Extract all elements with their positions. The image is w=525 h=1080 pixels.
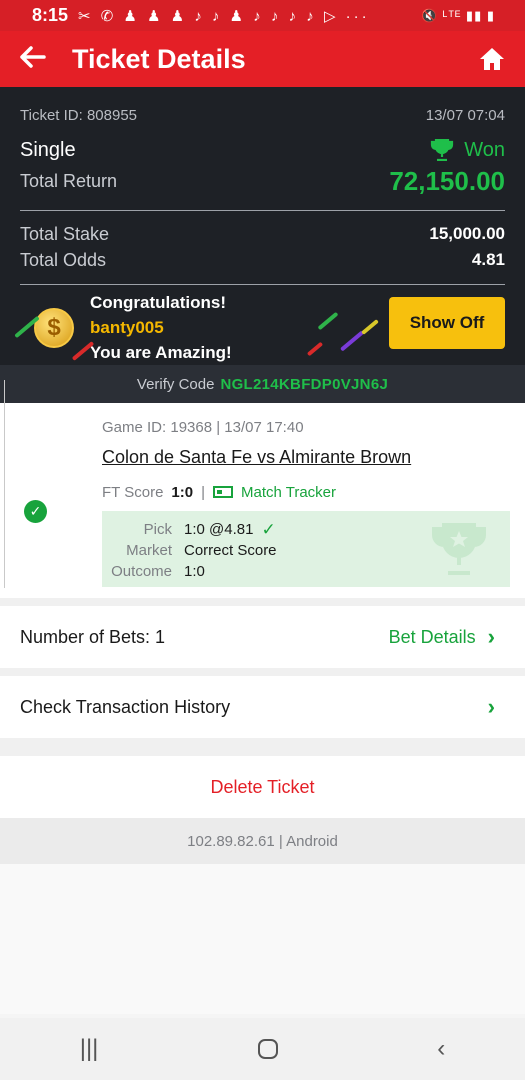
show-off-button[interactable]: Show Off xyxy=(389,297,505,349)
confetti-streak xyxy=(306,341,324,357)
pick-value-wrap: 1:0 @4.81 ✓ xyxy=(184,520,276,540)
home-icon[interactable] xyxy=(479,47,505,71)
ticket-id: Ticket ID: 808955 xyxy=(20,106,138,124)
outcome-label: Outcome xyxy=(111,563,172,580)
ft-score-label: FT Score xyxy=(102,483,164,501)
chevron-right-icon: › xyxy=(487,624,495,649)
check-circle-icon: ✓ xyxy=(24,500,47,523)
verify-code-label: Verify Code xyxy=(136,375,215,393)
ticket-summary: Ticket ID: 808955 13/07 07:04 Single Won… xyxy=(0,87,525,365)
system-icons: 🔇 ᴸᵀᴱ ▮▮ ▮ xyxy=(420,7,495,23)
total-odds-label: Total Odds xyxy=(20,249,107,270)
bet-details-label: Bet Details xyxy=(388,626,476,647)
pick-label: Pick xyxy=(143,521,172,538)
ticket-datetime: 13/07 07:04 xyxy=(425,106,505,124)
pick-value: 1:0 @4.81 xyxy=(184,521,254,538)
transaction-history-row[interactable]: Check Transaction History › xyxy=(0,676,525,738)
match-tracker-label: Match Tracker xyxy=(241,483,337,501)
coin-icon: $ xyxy=(34,307,74,348)
confetti-streak xyxy=(339,330,365,352)
won-status: Won xyxy=(430,139,505,162)
spacer xyxy=(0,668,525,676)
device-info: 102.89.82.61 | Android xyxy=(0,818,525,864)
checkmark-icon: ✓ xyxy=(261,519,276,539)
total-return-value: 72,150.00 xyxy=(389,165,505,196)
spacer xyxy=(0,738,525,756)
confetti-streak xyxy=(361,319,379,335)
transaction-history-label: Check Transaction History xyxy=(20,696,231,717)
match-tracker-link[interactable]: Match Tracker xyxy=(213,484,336,501)
notification-icons: ✂ ✆ ♟ ♟ ♟ ♪ ♪ ♟ ♪ ♪ ♪ ♪ ▷ ··· xyxy=(78,7,370,25)
bet-type: Single xyxy=(20,138,76,161)
total-stake-label: Total Stake xyxy=(20,223,110,244)
status-time: 8:15 xyxy=(32,5,69,25)
trophy-watermark-icon xyxy=(432,523,486,575)
number-of-bets-label: Number of Bets: 1 xyxy=(20,626,166,647)
arrow-left-icon[interactable] xyxy=(20,42,72,76)
match-teams-link[interactable]: Colon de Santa Fe vs Almirante Brown xyxy=(102,447,525,477)
status-bar: 8:15 ✂ ✆ ♟ ♟ ♟ ♪ ♪ ♟ ♪ ♪ ♪ ♪ ▷ ··· 🔇 ᴸᵀᴱ… xyxy=(0,0,525,31)
system-nav-bar: ||| ‹ xyxy=(0,1018,525,1080)
market-label: Market xyxy=(126,542,172,559)
bet-details-link[interactable]: Bet Details › xyxy=(389,624,495,650)
congrats-text: Congratulations! banty005 You are Amazin… xyxy=(90,290,232,365)
ft-score-row: FT Score 1:0 | Match Tracker xyxy=(102,477,525,507)
congrats-banner: $ Congratulations! banty005 You are Amaz… xyxy=(14,285,505,365)
total-return-label: Total Return xyxy=(20,170,118,191)
verify-code-bar: Verify Code NGL214KBFDP0VJN6J xyxy=(0,365,525,403)
won-label: Won xyxy=(464,138,505,161)
outcome-value: 1:0 xyxy=(184,563,205,580)
market-value: Correct Score xyxy=(184,542,277,559)
trophy-icon xyxy=(431,139,454,161)
spacer xyxy=(0,598,525,606)
pick-details: Pick 1:0 @4.81 ✓ Market Correct Score Ou… xyxy=(102,511,510,587)
congrats-line1: Congratulations! xyxy=(90,293,226,312)
congrats-line3: You are Amazing! xyxy=(90,343,232,362)
empty-area xyxy=(0,864,525,1014)
delete-ticket-button[interactable]: Delete Ticket xyxy=(0,756,525,818)
ft-score-value: 1:0 xyxy=(171,483,194,501)
game-card: ✓ Game ID: 19368 | 13/07 17:40 Colon de … xyxy=(0,403,525,598)
page-title: Ticket Details xyxy=(72,43,246,74)
number-of-bets-row[interactable]: Number of Bets: 1 Bet Details › xyxy=(0,606,525,668)
tracker-icon xyxy=(213,486,233,498)
separator: | xyxy=(201,483,205,501)
home-button-icon[interactable] xyxy=(257,1039,278,1059)
chevron-right-icon: › xyxy=(487,694,495,719)
divider xyxy=(20,210,505,211)
total-odds-value: 4.81 xyxy=(471,250,505,269)
total-stake-value: 15,000.00 xyxy=(429,224,505,243)
congrats-username: banty005 xyxy=(90,318,164,337)
game-id: Game ID: 19368 | 13/07 17:40 xyxy=(102,419,304,436)
back-icon[interactable]: ‹ xyxy=(437,1035,445,1063)
confetti-streak xyxy=(317,311,339,331)
scroll-edge xyxy=(0,380,5,588)
verify-code-value[interactable]: NGL214KBFDP0VJN6J xyxy=(220,376,388,393)
recent-apps-icon[interactable]: ||| xyxy=(80,1035,99,1063)
app-header: Ticket Details xyxy=(0,31,525,87)
